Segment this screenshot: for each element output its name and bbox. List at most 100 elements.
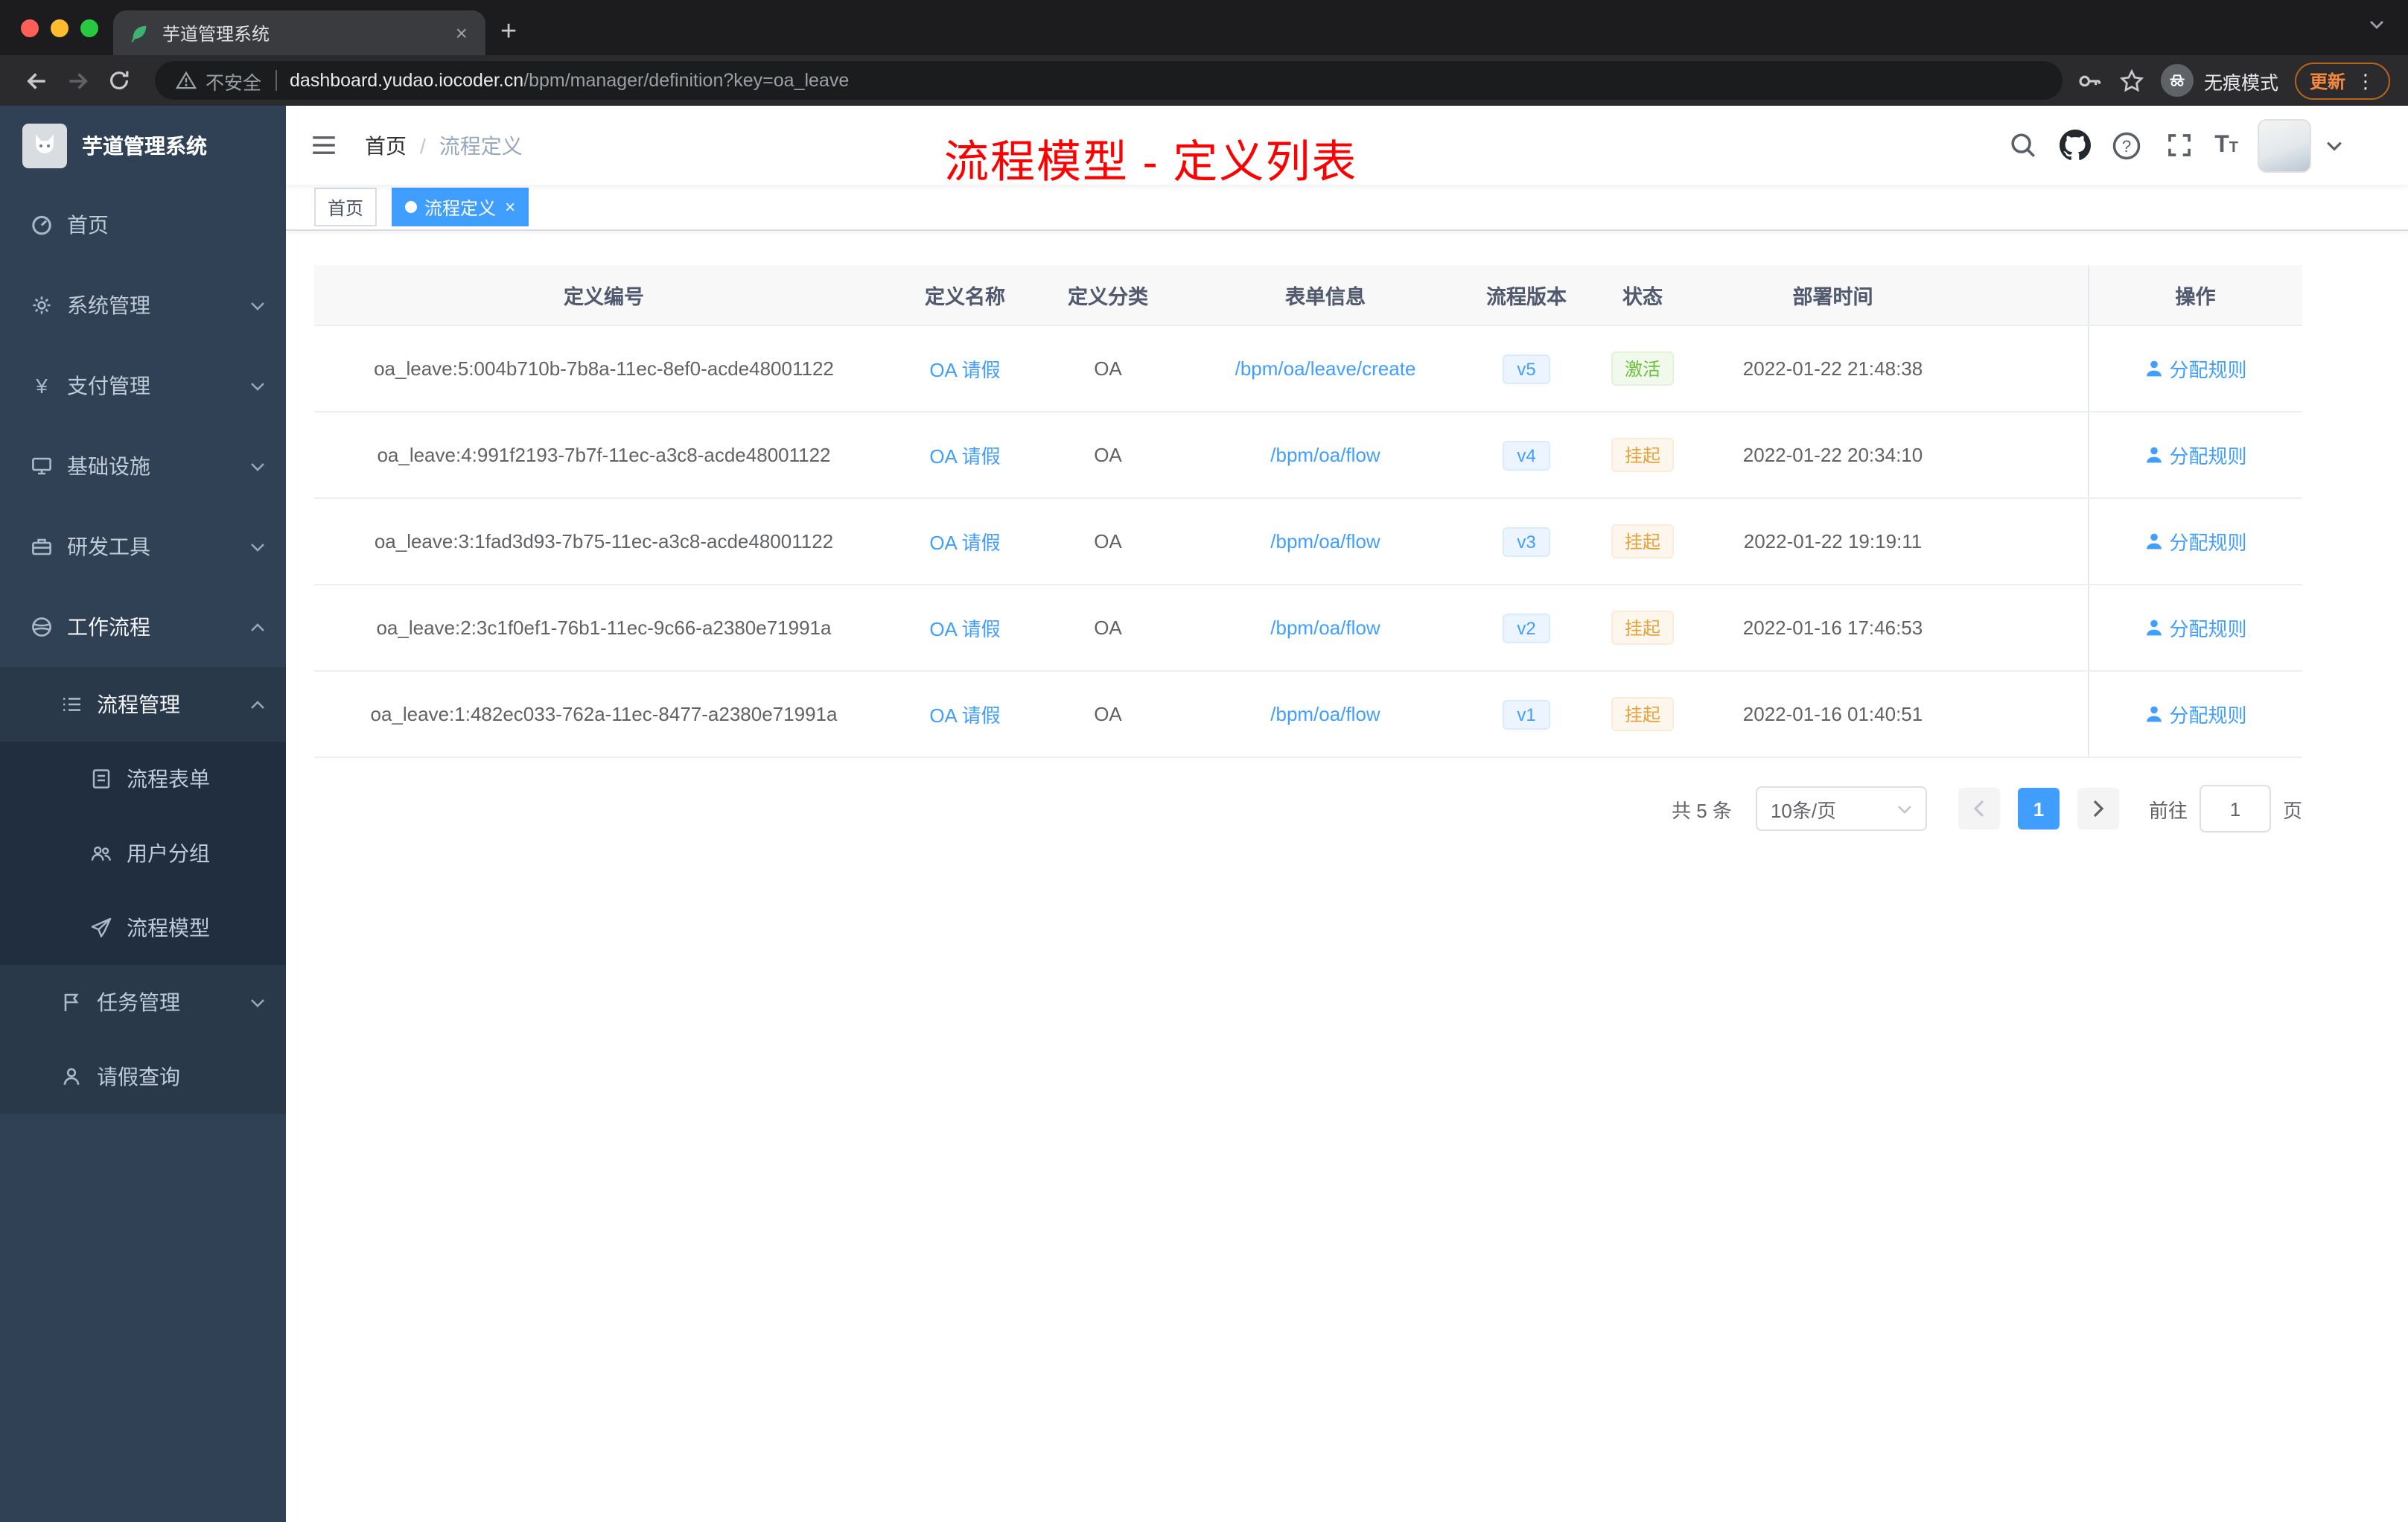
address-bar[interactable]: 不安全 dashboard.yudao.iocoder.cn /bpm/mana… xyxy=(155,61,2063,100)
col-deploy-time: 部署时间 xyxy=(1704,265,2088,326)
cell-definition-id: oa_leave:1:482ec033-762a-11ec-8477-a2380… xyxy=(314,671,894,758)
prev-page-button[interactable] xyxy=(1958,788,2000,830)
current-page-button[interactable]: 1 xyxy=(2017,788,2060,830)
back-button[interactable] xyxy=(15,60,57,101)
tab-close-icon[interactable]: × xyxy=(453,22,471,43)
definition-name-link[interactable]: OA 请假 xyxy=(929,532,1000,554)
window-minimize-button[interactable] xyxy=(51,19,69,36)
browser-menu-icon[interactable]: ⋮ xyxy=(2356,71,2375,90)
gear-icon xyxy=(30,293,54,317)
table-row: oa_leave:1:482ec033-762a-11ec-8477-a2380… xyxy=(314,671,2302,758)
help-icon[interactable]: ? xyxy=(2110,129,2143,162)
breadcrumb-home[interactable]: 首页 xyxy=(365,130,407,160)
sidebar-item-system-mgmt[interactable]: 系统管理 xyxy=(0,265,286,346)
assign-rule-link[interactable]: 分配规则 xyxy=(2144,700,2247,728)
forward-button[interactable] xyxy=(57,60,98,101)
sidebar-toggle-icon[interactable] xyxy=(310,133,338,158)
tag-home[interactable]: 首页 xyxy=(314,188,378,226)
sidebar-item-label: 首页 xyxy=(67,213,109,237)
sidebar-item-label: 流程模型 xyxy=(127,916,210,940)
goto-unit-label: 页 xyxy=(2282,799,2302,821)
sidebar-item-infrastructure[interactable]: 基础设施 xyxy=(0,426,286,506)
page-size-select[interactable]: 10条/页 xyxy=(1755,786,1927,831)
new-tab-button[interactable]: + xyxy=(485,10,532,55)
reload-button[interactable] xyxy=(98,60,140,101)
cell-category: OA xyxy=(1036,325,1179,413)
chrome-update-button[interactable]: 更新 ⋮ xyxy=(2294,62,2390,99)
definition-name-link[interactable]: OA 请假 xyxy=(929,445,1000,468)
search-icon[interactable] xyxy=(2006,129,2039,162)
next-page-button[interactable] xyxy=(2077,788,2119,830)
window-zoom-button[interactable] xyxy=(80,19,98,36)
sidebar-item-leave-query[interactable]: 请假查询 xyxy=(0,1039,286,1114)
breadcrumb: 首页 / 流程定义 xyxy=(365,130,523,160)
window-close-button[interactable] xyxy=(21,19,39,36)
tab-favicon-icon xyxy=(128,22,150,44)
screen: 芋道管理系统 × + 不安全 dashboard.yudao.iocoder.c… xyxy=(0,0,2408,1522)
table-row: oa_leave:5:004b710b-7b8a-11ec-8ef0-acde4… xyxy=(314,325,2302,413)
form-info-link[interactable]: /bpm/oa/flow xyxy=(1270,530,1380,553)
cell-definition-id: oa_leave:4:991f2193-7b7f-11ec-a3c8-acde4… xyxy=(314,412,894,499)
definition-name-link[interactable]: OA 请假 xyxy=(929,359,1000,381)
pagination-goto: 前往 页 xyxy=(2149,785,2302,832)
browser-tab[interactable]: 芋道管理系统 × xyxy=(113,10,485,55)
sidebar-item-process-form[interactable]: 流程表单 xyxy=(0,742,286,816)
bookmark-star-icon[interactable] xyxy=(2119,68,2144,93)
status-badge: 挂起 xyxy=(1611,438,1674,472)
sidebar-item-dev-tools[interactable]: 研发工具 xyxy=(0,506,286,587)
form-info-link[interactable]: /bpm/oa/flow xyxy=(1270,444,1380,466)
assign-rule-link[interactable]: 分配规则 xyxy=(2144,354,2247,383)
password-key-icon[interactable] xyxy=(2077,68,2103,93)
form-info-link[interactable]: /bpm/oa/leave/create xyxy=(1235,357,1416,380)
form-info-link[interactable]: /bpm/oa/flow xyxy=(1270,617,1380,639)
chevron-up-icon xyxy=(250,622,265,632)
sidebar-item-workflow[interactable]: 工作流程 xyxy=(0,587,286,667)
sidebar-item-home[interactable]: 首页 xyxy=(0,185,286,265)
cell-category: OA xyxy=(1036,671,1179,758)
sidebar-item-user-group[interactable]: 用户分组 xyxy=(0,816,286,891)
tag-close-icon[interactable]: × xyxy=(505,198,515,216)
goto-page-input[interactable] xyxy=(2199,785,2271,832)
update-label: 更新 xyxy=(2309,71,2345,92)
sidebar-item-label: 支付管理 xyxy=(67,374,150,398)
svg-text:?: ? xyxy=(2122,136,2132,155)
browser-toolbar: 不安全 dashboard.yudao.iocoder.cn /bpm/mana… xyxy=(0,55,2408,106)
toolbox-icon xyxy=(30,535,54,558)
tab-search-caret-icon[interactable] xyxy=(2369,19,2384,30)
table-row: oa_leave:4:991f2193-7b7f-11ec-a3c8-acde4… xyxy=(314,412,2302,499)
github-icon[interactable] xyxy=(2058,129,2091,162)
sidebar-item-process-mgmt[interactable]: 流程管理 xyxy=(0,667,286,742)
table-header-row: 定义编号 定义名称 定义分类 表单信息 流程版本 状态 部署时间 操作 xyxy=(314,265,2302,326)
sidebar-item-label: 流程管理 xyxy=(97,692,180,716)
assign-rule-link[interactable]: 分配规则 xyxy=(2144,441,2247,469)
sidebar-item-label: 工作流程 xyxy=(67,615,150,639)
browser-tab-strip: 芋道管理系统 × + xyxy=(0,0,2408,55)
definition-name-link[interactable]: OA 请假 xyxy=(929,618,1000,640)
avatar-caret-icon[interactable] xyxy=(2326,139,2342,151)
version-badge: v1 xyxy=(1502,699,1551,729)
monitor-icon xyxy=(30,454,54,478)
cell-category: OA xyxy=(1036,498,1179,585)
sidebar-item-label: 用户分组 xyxy=(127,841,210,865)
user-avatar[interactable] xyxy=(2258,118,2311,172)
tag-process-definition[interactable]: 流程定义 × xyxy=(392,188,529,226)
sidebar-item-task-mgmt[interactable]: 任务管理 xyxy=(0,965,286,1039)
sidebar-item-process-model[interactable]: 流程模型 xyxy=(0,891,286,965)
document-icon xyxy=(89,767,113,791)
definition-name-link[interactable]: OA 请假 xyxy=(929,704,1000,727)
chevron-down-icon xyxy=(250,300,265,311)
sidebar-item-payment-mgmt[interactable]: ¥ 支付管理 xyxy=(0,346,286,426)
sidebar-item-label: 基础设施 xyxy=(67,454,150,478)
fullscreen-icon[interactable] xyxy=(2162,129,2195,162)
main-panel: 首页 / 流程定义 流程模型 - 定义列表 ? T T 首页 流程定义 × 定义… xyxy=(286,106,2408,1522)
tag-label: 首页 xyxy=(328,197,364,218)
incognito-badge[interactable]: 无痕模式 xyxy=(2160,64,2278,97)
assign-rule-link[interactable]: 分配规则 xyxy=(2144,614,2247,642)
status-badge: 挂起 xyxy=(1611,611,1674,645)
assign-rule-link[interactable]: 分配规则 xyxy=(2144,527,2247,555)
col-form-info: 表单信息 xyxy=(1179,265,1471,326)
form-info-link[interactable]: /bpm/oa/flow xyxy=(1270,703,1380,725)
font-size-icon[interactable]: TT xyxy=(2214,132,2238,159)
active-tag-dot xyxy=(405,201,418,213)
cell-deploy-time: 2022-01-22 20:34:10 xyxy=(1704,412,2088,499)
